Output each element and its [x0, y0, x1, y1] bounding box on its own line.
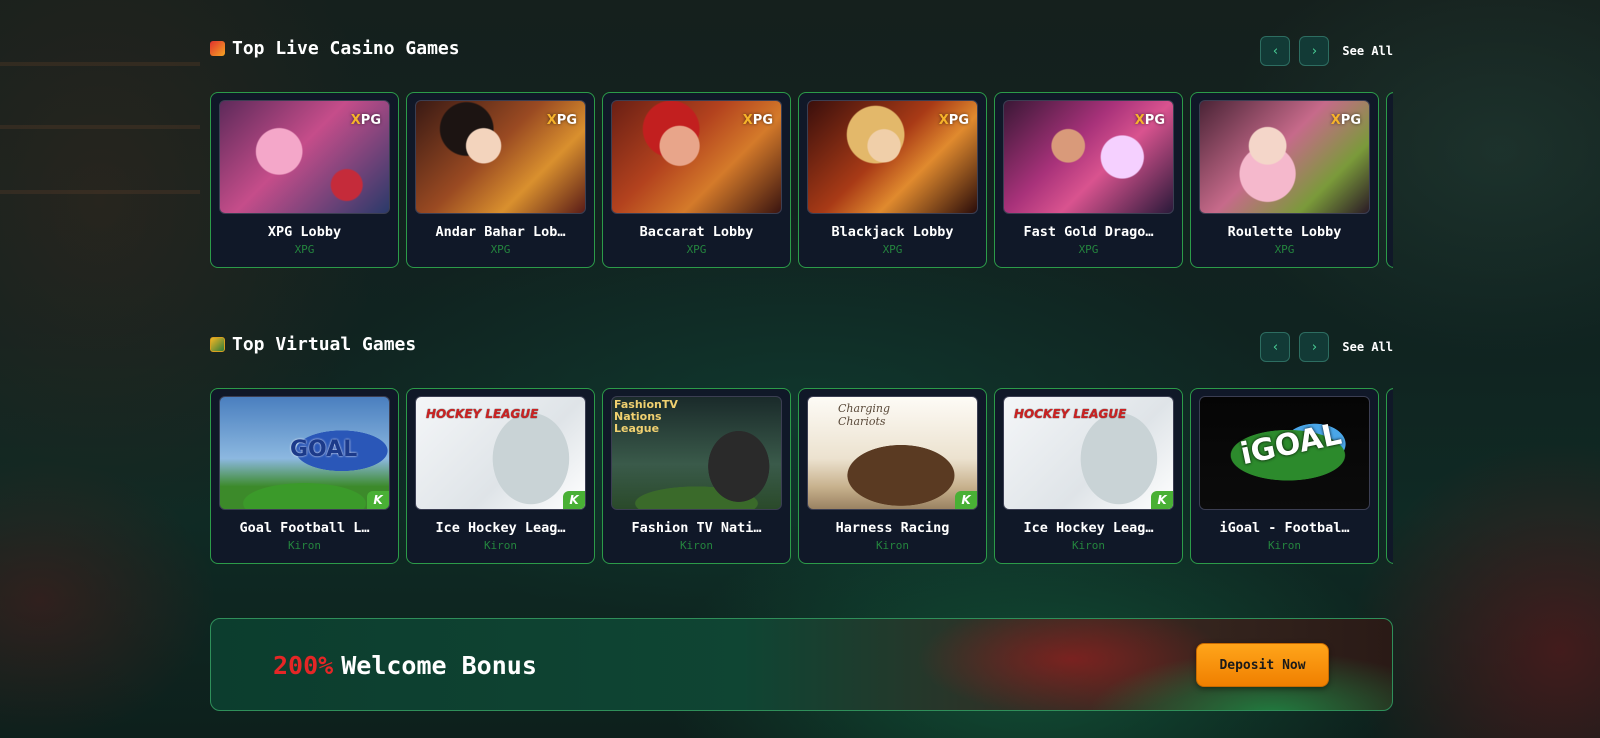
game-name: Blackjack Lobby: [831, 224, 954, 240]
game-name: XPG Lobby: [267, 224, 342, 240]
game-card[interactable]: XPG XPG Lobby XPG: [210, 92, 399, 268]
game-name: Harness Racing: [835, 520, 950, 536]
game-card[interactable]: HOCKEY LEAGUE K Ice Hockey Leag… Kiron: [406, 388, 595, 564]
game-card[interactable]: GOAL K Goal Football L… Kiron: [210, 388, 399, 564]
virtual-games-title: Top Virtual Games: [232, 334, 417, 355]
prev-button[interactable]: ‹: [1260, 332, 1291, 362]
thumb-logo-text: FashionTV Nations League: [614, 398, 678, 435]
section-title: Top Virtual Games: [210, 334, 416, 355]
thumb-logo-text: iGOAL: [1237, 416, 1345, 473]
game-thumbnail: HOCKEY LEAGUE K: [1003, 396, 1174, 510]
virtual-bet-icon: [210, 337, 225, 352]
game-card[interactable]: FashionTV Nations League Fashion TV Nati… …: [602, 388, 791, 564]
game-provider: Kiron: [875, 539, 910, 552]
game-name: Ice Hockey Leag…: [1023, 520, 1154, 536]
game-card[interactable]: XPG Baccarat Lobby XPG: [602, 92, 791, 268]
game-thumbnail: XPG: [219, 100, 390, 214]
game-name: Roulette Lobby: [1227, 224, 1342, 240]
see-all-link[interactable]: See All: [1342, 44, 1393, 58]
game-provider: Kiron: [1071, 539, 1106, 552]
game-card[interactable]: XPG Andar Bahar Lob… XPG: [406, 92, 595, 268]
game-carousel: XPG XPG Lobby XPG XPG Andar Bahar Lob… X…: [210, 92, 1393, 268]
live-casino-title: Top Live Casino Games: [232, 38, 460, 59]
game-card[interactable]: Charging Chariots K Harness Racing Kiron: [798, 388, 987, 564]
game-thumbnail: XPG: [807, 100, 978, 214]
xpg-logo: XPG: [1330, 113, 1361, 128]
bonus-headline: 200% Welcome Bonus: [273, 651, 537, 680]
game-thumbnail: FashionTV Nations League: [611, 396, 782, 510]
game-provider: XPG: [1274, 243, 1295, 256]
section-title: Top Live Casino Games: [210, 38, 460, 59]
game-thumbnail: XPG: [611, 100, 782, 214]
game-card-partial[interactable]: [1386, 388, 1393, 564]
game-carousel: GOAL K Goal Football L… Kiron HOCKEY LEA…: [210, 388, 1393, 564]
chevron-right-icon: ›: [1311, 339, 1318, 355]
game-provider: Kiron: [287, 539, 322, 552]
game-thumbnail: GOAL K: [219, 396, 390, 510]
carousel-controls: ‹ › See All: [1260, 36, 1393, 66]
thumb-logo-text: HOCKEY LEAGUE: [1014, 407, 1127, 421]
game-thumbnail: Charging Chariots K: [807, 396, 978, 510]
game-name: Baccarat Lobby: [639, 224, 754, 240]
game-thumbnail: XPG: [1199, 100, 1370, 214]
game-card-partial[interactable]: [1386, 92, 1393, 268]
game-provider: XPG: [882, 243, 903, 256]
see-all-link[interactable]: See All: [1342, 340, 1393, 354]
kiron-badge: K: [367, 491, 389, 509]
game-name: Ice Hockey Leag…: [435, 520, 566, 536]
game-card[interactable]: iGOAL iGoal - Footbal… Kiron: [1190, 388, 1379, 564]
game-name: Andar Bahar Lob…: [435, 224, 566, 240]
xpg-logo: XPG: [350, 113, 381, 128]
kiron-badge: K: [563, 491, 585, 509]
game-name: Goal Football L…: [239, 520, 370, 536]
game-thumbnail: iGOAL: [1199, 396, 1370, 510]
playing-cards-icon: [210, 41, 225, 56]
bonus-percent: 200%: [273, 651, 334, 680]
kiron-badge: K: [955, 491, 977, 509]
carousel-controls: ‹ › See All: [1260, 332, 1393, 362]
game-provider: Kiron: [1267, 539, 1302, 552]
game-provider: XPG: [1078, 243, 1099, 256]
game-card[interactable]: HOCKEY LEAGUE K Ice Hockey Leag… Kiron: [994, 388, 1183, 564]
xpg-logo: XPG: [742, 113, 773, 128]
thumb-logo-text: Charging Chariots: [838, 402, 891, 428]
bonus-label: Welcome Bonus: [341, 651, 537, 680]
game-provider: XPG: [686, 243, 707, 256]
xpg-logo: XPG: [546, 113, 577, 128]
game-provider: XPG: [294, 243, 315, 256]
live-casino-section: Top Live Casino Games ‹ › See All XPG XP…: [210, 30, 1393, 268]
game-provider: Kiron: [483, 539, 518, 552]
xpg-logo: XPG: [1134, 113, 1165, 128]
game-provider: Kiron: [679, 539, 714, 552]
thumb-logo-text: HOCKEY LEAGUE: [426, 407, 539, 421]
game-name: Fast Gold Drago…: [1023, 224, 1154, 240]
thumb-logo-text: GOAL: [290, 437, 358, 462]
chevron-left-icon: ‹: [1272, 43, 1279, 59]
game-card[interactable]: XPG Fast Gold Drago… XPG: [994, 92, 1183, 268]
next-button[interactable]: ›: [1299, 332, 1330, 362]
game-thumbnail: XPG: [1003, 100, 1174, 214]
deposit-now-button[interactable]: Deposit Now: [1196, 643, 1329, 687]
prev-button[interactable]: ‹: [1260, 36, 1291, 66]
game-thumbnail: XPG: [415, 100, 586, 214]
game-name: Fashion TV Nati…: [631, 520, 762, 536]
xpg-logo: XPG: [938, 113, 969, 128]
section-header: Top Live Casino Games ‹ › See All: [210, 30, 1393, 70]
game-provider: XPG: [490, 243, 511, 256]
virtual-games-section: Top Virtual Games ‹ › See All GOAL K Goa…: [210, 326, 1393, 564]
game-card[interactable]: XPG Roulette Lobby XPG: [1190, 92, 1379, 268]
chevron-right-icon: ›: [1311, 43, 1318, 59]
section-header: Top Virtual Games ‹ › See All: [210, 326, 1393, 366]
next-button[interactable]: ›: [1299, 36, 1330, 66]
welcome-bonus-banner: 200% Welcome Bonus Deposit Now: [210, 618, 1393, 711]
game-card[interactable]: XPG Blackjack Lobby XPG: [798, 92, 987, 268]
game-thumbnail: HOCKEY LEAGUE K: [415, 396, 586, 510]
game-name: iGoal - Footbal…: [1219, 520, 1350, 536]
chevron-left-icon: ‹: [1272, 339, 1279, 355]
kiron-badge: K: [1151, 491, 1173, 509]
